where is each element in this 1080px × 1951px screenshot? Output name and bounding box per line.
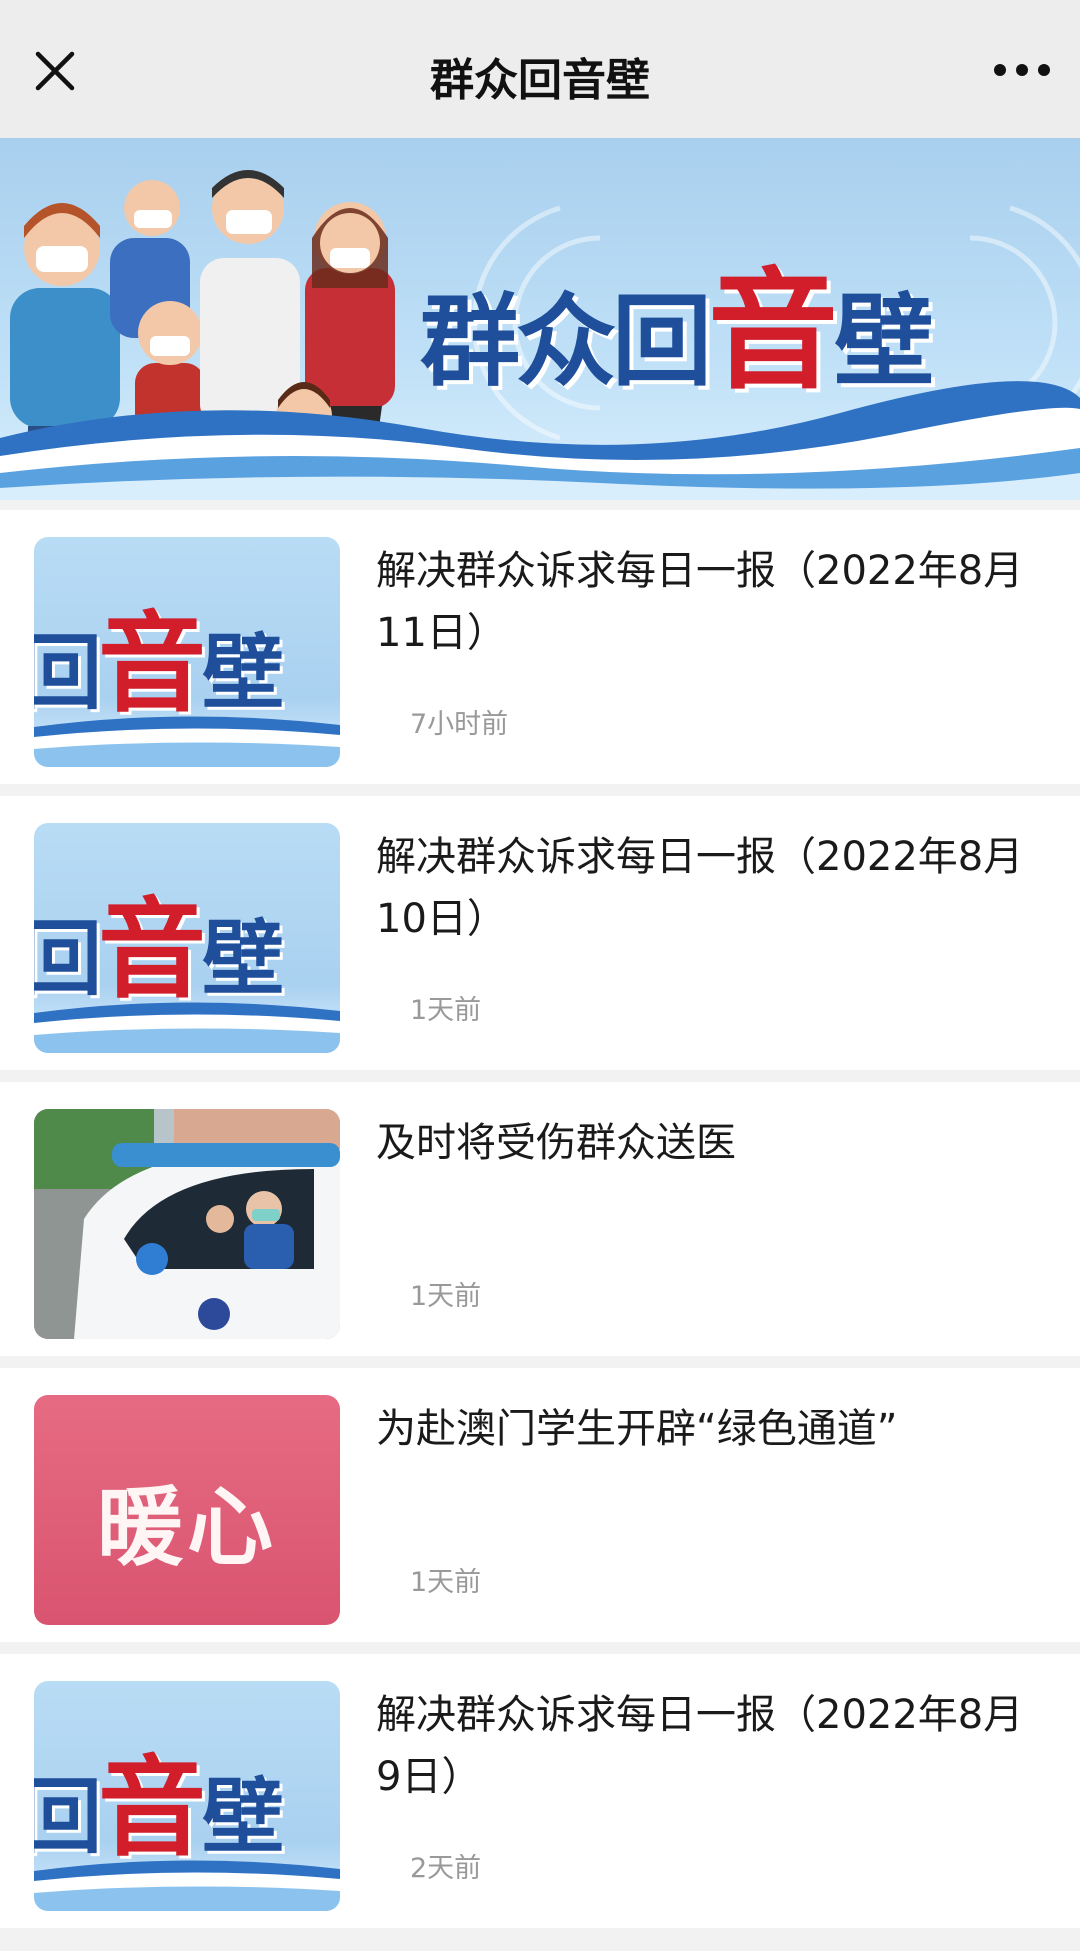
article-title: 解决群众诉求每日一报（2022年8月11日） [376, 548, 1024, 656]
header-banner: 群众回音壁 [0, 138, 1080, 500]
article-time: 1天前 [410, 1281, 482, 1312]
article-time: 2天前 [410, 1853, 482, 1884]
banner-title-part2: 壁 [834, 282, 934, 400]
car-photo-illustration [34, 1109, 340, 1339]
article-time: 7小时前 [410, 709, 509, 740]
article-title: 及时将受伤群众送医 [376, 1120, 736, 1166]
banner-title: 群众回音壁 [420, 226, 934, 414]
top-nav-bar: 群众回音壁 [0, 0, 1080, 138]
more-horizontal-icon[interactable] [992, 58, 1052, 82]
article-time: 1天前 [410, 995, 482, 1026]
article-item[interactable]: 暖心 为赴澳门学生开辟“绿色通道” 1天前 [0, 1368, 1080, 1642]
article-title: 解决群众诉求每日一报（2022年8月9日） [376, 1692, 1024, 1800]
article-thumbnail: 暖心 [34, 1395, 340, 1625]
banner-title-part1: 群众回 [420, 282, 712, 400]
article-time: 1天前 [410, 1567, 482, 1598]
article-item[interactable]: 回音壁 解决群众诉求每日一报（2022年8月11日） 7小时前 [0, 510, 1080, 784]
thumb-wave [34, 1860, 340, 1911]
article-list: 回音壁 解决群众诉求每日一报（2022年8月11日） 7小时前 回音壁 解决群众… [0, 510, 1080, 1940]
thumb-text: 暖心 [97, 1477, 277, 1578]
article-title: 为赴澳门学生开辟“绿色通道” [376, 1406, 898, 1452]
article-thumbnail: 回音壁 [34, 823, 340, 1053]
thumb-wave [34, 1002, 340, 1053]
article-thumbnail: 回音壁 [34, 537, 340, 767]
article-title: 解决群众诉求每日一报（2022年8月10日） [376, 834, 1024, 942]
page-title: 群众回音壁 [430, 55, 650, 106]
banner-title-red-char: 音 [708, 254, 838, 407]
article-item[interactable]: 回音壁 解决群众诉求每日一报（2022年8月9日） 2天前 [0, 1654, 1080, 1928]
article-thumbnail: 回音壁 [34, 1681, 340, 1911]
article-item[interactable]: 回音壁 解决群众诉求每日一报（2022年8月10日） 1天前 [0, 796, 1080, 1070]
article-thumbnail-photo [34, 1109, 340, 1339]
thumb-wave [34, 716, 340, 767]
article-item[interactable]: 及时将受伤群众送医 1天前 [0, 1082, 1080, 1356]
